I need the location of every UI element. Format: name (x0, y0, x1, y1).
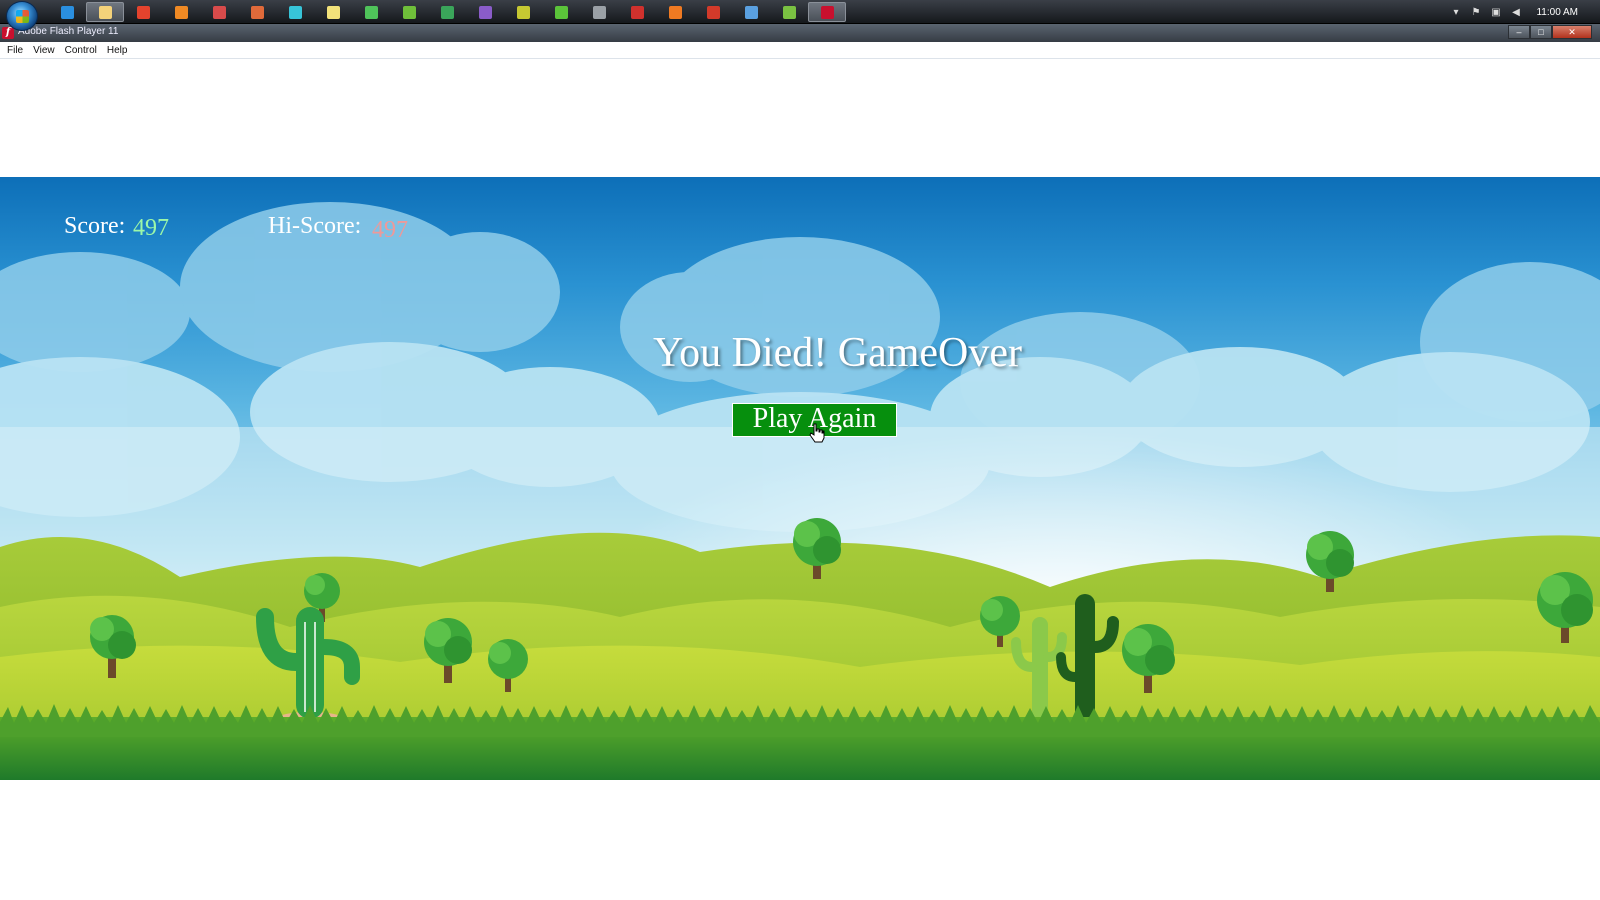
internet-explorer-icon (60, 5, 74, 19)
volume-icon[interactable]: ◀ (1510, 7, 1521, 18)
taskbar-graph[interactable] (390, 2, 428, 22)
utorrent-icon (782, 5, 796, 19)
taskbar-keyboard[interactable] (732, 2, 770, 22)
action-center-flag-icon[interactable]: ⚑ (1470, 7, 1481, 18)
window-controls: – □ ✕ (1508, 25, 1592, 39)
taskbar-internet-explorer[interactable] (48, 2, 86, 22)
taskbar-dreamweaver[interactable] (542, 2, 580, 22)
start-button[interactable] (6, 1, 38, 31)
taskbar-chrome[interactable] (124, 2, 162, 22)
taskbar-notepad[interactable] (314, 2, 352, 22)
taskbar-file-explorer[interactable] (86, 2, 124, 22)
system-tray: ▾ ⚑ ▣ ◀ 11:00 AM (1450, 0, 1600, 24)
taskbar-flash-pro[interactable] (618, 2, 656, 22)
menu-file[interactable]: File (2, 42, 28, 58)
flash-player-icon (820, 5, 834, 19)
score-label: Score: (64, 213, 126, 239)
close-button[interactable]: ✕ (1552, 25, 1592, 39)
hand-cursor-icon (809, 423, 825, 443)
taskbar-paint[interactable] (200, 2, 238, 22)
visual-studio-icon (478, 5, 492, 19)
media-icon (250, 5, 264, 19)
image-editor-icon (288, 5, 302, 19)
taskbar-media[interactable] (238, 2, 276, 22)
dreamweaver-icon (554, 5, 568, 19)
clock[interactable]: 11:00 AM (1536, 7, 1578, 18)
game-over-message: You Died! GameOver (653, 330, 1022, 376)
taskbar: ▾ ⚑ ▣ ◀ 11:00 AM (0, 0, 1600, 31)
taskbar-sound[interactable] (580, 2, 618, 22)
hiscore-value: 497 (372, 217, 408, 243)
file-explorer-icon (98, 5, 112, 19)
menu-bar: File View Control Help (0, 42, 1600, 59)
globe-icon (440, 5, 454, 19)
chrome-icon (136, 5, 150, 19)
taskbar-fireworks[interactable] (504, 2, 542, 22)
spreadsheet-icon (364, 5, 378, 19)
minimize-button[interactable]: – (1508, 25, 1530, 39)
acrobat-icon (706, 5, 720, 19)
menu-control[interactable]: Control (60, 42, 102, 58)
sound-icon (592, 5, 606, 19)
notepad-icon (326, 5, 340, 19)
hiscore-label: Hi-Score: (268, 213, 362, 239)
taskbar-apps (48, 2, 846, 22)
window-title: Adobe Flash Player 11 (18, 26, 119, 37)
taskbar-globe[interactable] (428, 2, 466, 22)
menu-help[interactable]: Help (102, 42, 133, 58)
game-stage[interactable]: Score: 497 Hi-Score: 497 You Died! GameO… (0, 177, 1600, 780)
maximize-button[interactable]: □ (1530, 25, 1552, 39)
menu-view[interactable]: View (28, 42, 60, 58)
taskbar-visual-studio[interactable] (466, 2, 504, 22)
taskbar-acrobat[interactable] (694, 2, 732, 22)
flash-pro-icon (630, 5, 644, 19)
taskbar-utorrent[interactable] (770, 2, 808, 22)
taskbar-flash-player[interactable] (808, 2, 846, 22)
score-value: 497 (133, 215, 169, 241)
taskbar-firefox[interactable] (656, 2, 694, 22)
taskbar-image-editor[interactable] (276, 2, 314, 22)
fireworks-icon (516, 5, 530, 19)
keyboard-icon (744, 5, 758, 19)
taskbar-spreadsheet[interactable] (352, 2, 390, 22)
taskbar-xampp[interactable] (162, 2, 200, 22)
xampp-icon (174, 5, 188, 19)
tray-expand-icon[interactable]: ▾ (1450, 7, 1461, 18)
window-titlebar[interactable]: f Adobe Flash Player 11 – □ ✕ (0, 24, 1600, 42)
paint-icon (212, 5, 226, 19)
game-background (0, 177, 1600, 780)
graph-icon (402, 5, 416, 19)
firefox-icon (668, 5, 682, 19)
flash-player-logo-icon: f (2, 27, 14, 39)
network-icon[interactable]: ▣ (1490, 7, 1501, 18)
